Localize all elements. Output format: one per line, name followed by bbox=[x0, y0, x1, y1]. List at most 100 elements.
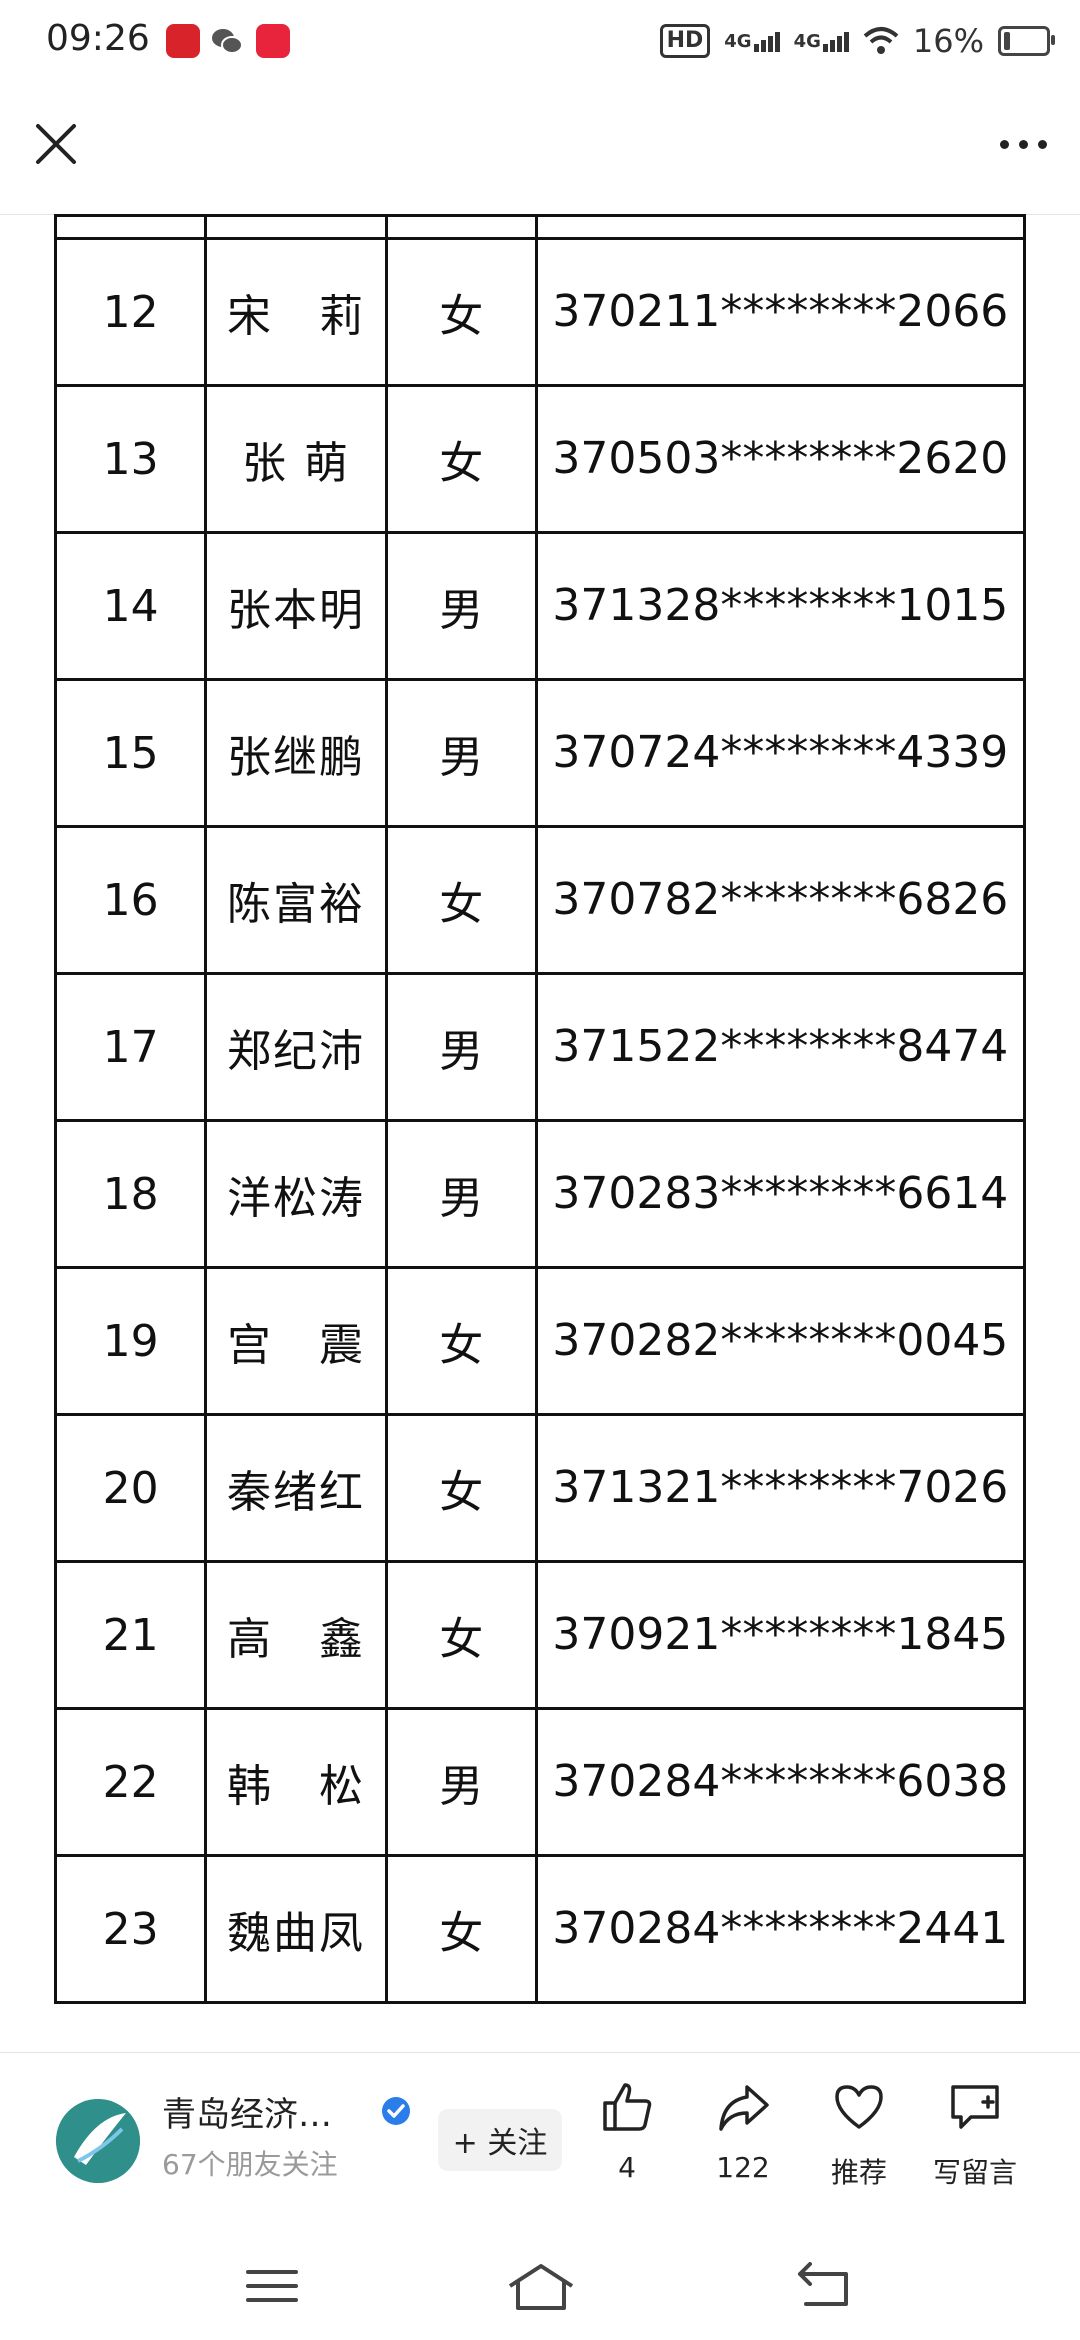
row-name: 宋 莉 bbox=[204, 237, 388, 387]
row-id: 370284********2441 bbox=[534, 1854, 1026, 2004]
row-id: 370211********2066 bbox=[534, 237, 1026, 387]
row-number: 21 bbox=[54, 1560, 208, 1710]
row-number: 17 bbox=[54, 972, 208, 1122]
author-name[interactable]: 青岛经济… bbox=[162, 2087, 332, 2136]
share-button[interactable]: 122 bbox=[688, 2079, 798, 2184]
comment-add-icon bbox=[951, 2085, 999, 2129]
article-content[interactable]: 12 宋 莉女 370211********2066 13 张 萌女 370503***… bbox=[54, 214, 1026, 2044]
row-id: 370283********6614 bbox=[534, 1119, 1026, 1269]
top-nav-bar bbox=[0, 86, 1080, 215]
row-id: 370282********0045 bbox=[534, 1266, 1026, 1416]
row-name: 洋松涛 bbox=[204, 1119, 388, 1269]
name-list-table: 12 宋 莉女 370211********2066 13 张 萌女 370503***… bbox=[54, 214, 1026, 2004]
row-sex: 女 bbox=[384, 237, 538, 387]
row-sex: 男 bbox=[384, 678, 538, 828]
row-name: 高 鑫 bbox=[204, 1560, 388, 1710]
heart-icon bbox=[835, 2085, 883, 2129]
table-row: 14 张本明男 371328********1015 bbox=[54, 531, 1026, 681]
status-bar: 09:26 HD 4G 4G 16% bbox=[0, 0, 1080, 86]
row-number: 20 bbox=[54, 1413, 208, 1563]
table-row: 15 张继鹏男 370724********4339 bbox=[54, 678, 1026, 828]
verified-icon bbox=[382, 2097, 410, 2125]
close-button[interactable] bbox=[26, 114, 86, 174]
row-id: 370724********4339 bbox=[534, 678, 1026, 828]
signal-icon-2: 4G bbox=[794, 31, 849, 52]
wifi-icon bbox=[863, 27, 899, 54]
home-icon[interactable] bbox=[506, 2262, 576, 2312]
table-row: 17 郑纪沛男 371522********8474 bbox=[54, 972, 1026, 1122]
row-id: 371522********8474 bbox=[534, 972, 1026, 1122]
row-sex: 女 bbox=[384, 1560, 538, 1710]
row-sex: 女 bbox=[384, 825, 538, 975]
row-sex: 男 bbox=[384, 531, 538, 681]
follower-count: 67个朋友关注 bbox=[162, 2148, 338, 2181]
row-number: 16 bbox=[54, 825, 208, 975]
table-row-partial bbox=[54, 214, 1026, 240]
status-time: 09:26 bbox=[46, 18, 150, 59]
row-name: 张 萌 bbox=[204, 384, 388, 534]
row-sex: 男 bbox=[384, 972, 538, 1122]
like-button[interactable]: 4 bbox=[572, 2079, 682, 2184]
row-sex: 男 bbox=[384, 1707, 538, 1857]
row-number: 15 bbox=[54, 678, 208, 828]
hd-badge: HD bbox=[659, 24, 711, 58]
xiaohongshu-icon bbox=[256, 24, 290, 58]
news-app-icon bbox=[166, 24, 200, 58]
signal-icon: 4G bbox=[724, 30, 780, 52]
more-dot bbox=[1018, 139, 1028, 149]
row-number: 13 bbox=[54, 384, 208, 534]
table-row: 13 张 萌女 370503********2620 bbox=[54, 384, 1026, 534]
row-number: 22 bbox=[54, 1707, 208, 1857]
menu-icon[interactable] bbox=[244, 2262, 300, 2310]
row-sex: 男 bbox=[384, 1119, 538, 1269]
wechat-icon bbox=[210, 24, 244, 58]
like-count: 4 bbox=[618, 2151, 636, 2184]
back-icon[interactable] bbox=[796, 2262, 856, 2310]
row-number: 19 bbox=[54, 1266, 208, 1416]
row-name: 陈富裕 bbox=[204, 825, 388, 975]
article-action-bar: 青岛经济… 67个朋友关注 + 关注 4 122 推荐 写留言 bbox=[0, 2052, 1080, 2233]
more-button[interactable] bbox=[988, 114, 1058, 174]
row-name: 张本明 bbox=[204, 531, 388, 681]
row-id: 370284********6038 bbox=[534, 1707, 1026, 1857]
row-name: 魏曲凤 bbox=[204, 1854, 388, 2004]
battery-icon bbox=[998, 26, 1055, 56]
close-icon bbox=[36, 124, 76, 164]
row-id: 370503********2620 bbox=[534, 384, 1026, 534]
row-number: 12 bbox=[54, 237, 208, 387]
comment-button[interactable]: 写留言 bbox=[920, 2079, 1030, 2191]
more-dot bbox=[1037, 139, 1047, 149]
author-avatar[interactable] bbox=[56, 2099, 140, 2183]
row-number: 23 bbox=[54, 1854, 208, 2004]
row-name: 郑纪沛 bbox=[204, 972, 388, 1122]
share-arrow-icon bbox=[719, 2085, 769, 2131]
row-number: 14 bbox=[54, 531, 208, 681]
recommend-label: 推荐 bbox=[830, 2156, 887, 2189]
signal-label-2: 4G bbox=[793, 30, 821, 52]
table-row: 23 魏曲凤女 370284********2441 bbox=[54, 1854, 1026, 2004]
status-indicators: HD 4G 4G 16% bbox=[659, 22, 1055, 60]
follow-button[interactable]: + 关注 bbox=[438, 2109, 562, 2171]
row-sex: 女 bbox=[384, 384, 538, 534]
battery-percent: 16% bbox=[912, 22, 984, 60]
row-number: 18 bbox=[54, 1119, 208, 1269]
row-sex: 女 bbox=[384, 1413, 538, 1563]
thumbs-up-icon bbox=[603, 2083, 652, 2131]
row-id: 371328********1015 bbox=[534, 531, 1026, 681]
table-row: 22 韩 松男 370284********6038 bbox=[54, 1707, 1026, 1857]
row-name: 韩 松 bbox=[204, 1707, 388, 1857]
more-horizontal-icon bbox=[999, 139, 1009, 149]
row-name: 张继鹏 bbox=[204, 678, 388, 828]
table-row: 20 秦绪红女 371321********7026 bbox=[54, 1413, 1026, 1563]
row-name: 宫 震 bbox=[204, 1266, 388, 1416]
share-count: 122 bbox=[716, 2151, 770, 2184]
signal-label: 4G bbox=[724, 30, 752, 52]
row-id: 370921********1845 bbox=[534, 1560, 1026, 1710]
row-name: 秦绪红 bbox=[204, 1413, 388, 1563]
recommend-button[interactable]: 推荐 bbox=[804, 2079, 914, 2191]
table-row: 19 宫 震女 370282********0045 bbox=[54, 1266, 1026, 1416]
row-sex: 女 bbox=[384, 1854, 538, 2004]
table-row: 21 高 鑫女 370921********1845 bbox=[54, 1560, 1026, 1710]
table-row: 16 陈富裕女 370782********6826 bbox=[54, 825, 1026, 975]
comment-label: 写留言 bbox=[932, 2156, 1017, 2189]
